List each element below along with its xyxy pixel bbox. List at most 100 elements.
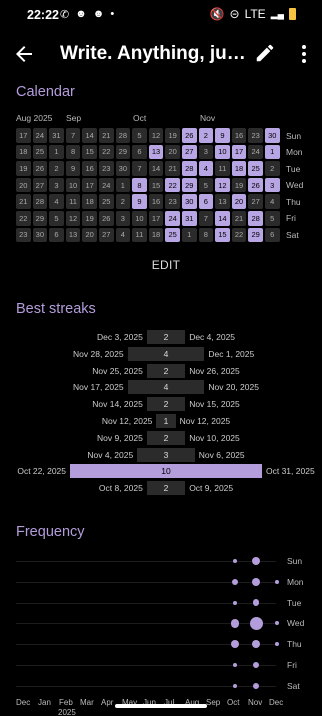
calendar-day-checked[interactable]: 29 [248,227,263,243]
calendar-day[interactable]: 3 [115,211,131,226]
calendar-day-checked[interactable]: 28 [182,161,197,176]
calendar-day[interactable]: 5 [49,211,64,226]
calendar-day-checked[interactable]: 15 [215,227,230,243]
calendar-day[interactable]: 15 [148,177,164,193]
calendar-day-checked[interactable]: 18 [231,161,247,176]
calendar-day[interactable]: 17 [16,128,31,143]
calendar-day[interactable]: 7 [198,211,214,226]
calendar-day-checked[interactable]: 22 [165,177,180,193]
calendar-day[interactable]: 17 [82,177,97,193]
calendar-day[interactable]: 2 [49,161,64,176]
calendar-day[interactable]: 13 [65,227,81,243]
calendar-day-checked[interactable]: 26 [182,128,197,143]
calendar-day[interactable]: 21 [231,211,247,226]
calendar-day[interactable]: 28 [115,128,131,143]
calendar-day[interactable]: 3 [49,177,64,193]
calendar-day[interactable]: 9 [65,161,81,176]
calendar-day-checked[interactable]: 25 [248,161,263,176]
calendar-day[interactable]: 20 [16,177,31,193]
calendar-day[interactable]: 27 [99,227,114,243]
calendar-day[interactable]: 21 [165,161,180,176]
calendar-day[interactable]: 28 [32,194,48,209]
calendar-day[interactable]: 10 [132,211,147,226]
calendar-day-checked[interactable]: 3 [265,177,280,193]
calendar-day-checked[interactable]: 8 [132,177,147,193]
more-vert-icon[interactable] [296,42,312,66]
calendar-day-checked[interactable]: 6 [198,194,214,209]
calendar-day[interactable]: 19 [16,161,31,176]
calendar-day[interactable]: 23 [16,227,31,243]
calendar-day[interactable]: 11 [65,194,81,209]
calendar-day[interactable]: 7 [132,161,147,176]
calendar-day[interactable]: 23 [248,128,263,143]
calendar-day[interactable]: 12 [65,211,81,226]
calendar-day[interactable]: 31 [49,128,64,143]
calendar-day[interactable]: 5 [265,211,280,226]
calendar-day[interactable]: 24 [248,144,263,160]
calendar-day[interactable]: 2 [265,161,280,176]
calendar-day[interactable]: 10 [65,177,81,193]
calendar-day-checked[interactable]: 31 [182,211,197,226]
calendar-day[interactable]: 7 [65,128,81,143]
calendar-day-checked[interactable]: 27 [182,144,197,160]
calendar-day-checked[interactable]: 14 [215,211,230,226]
calendar-day[interactable]: 6 [265,227,280,243]
calendar-day[interactable]: 25 [99,194,114,209]
calendar-day[interactable]: 13 [215,194,230,209]
calendar-day[interactable]: 19 [82,211,97,226]
calendar-day[interactable]: 24 [99,177,114,193]
calendar-day-checked[interactable]: 2 [198,128,214,143]
calendar-day[interactable]: 6 [49,227,64,243]
calendar-day-checked[interactable]: 17 [231,144,247,160]
calendar-day[interactable]: 24 [32,128,48,143]
calendar-day-checked[interactable]: 20 [231,194,247,209]
calendar-day[interactable]: 12 [148,128,164,143]
calendar-day[interactable]: 5 [132,128,147,143]
calendar-day[interactable]: 1 [49,144,64,160]
calendar-day[interactable]: 26 [99,211,114,226]
calendar-day-checked[interactable]: 25 [165,227,180,243]
calendar-day-checked[interactable]: 29 [182,177,197,193]
calendar-day-checked[interactable]: 9 [132,194,147,209]
calendar-day[interactable]: 21 [16,194,31,209]
calendar-day[interactable]: 11 [132,227,147,243]
calendar-day[interactable]: 26 [32,161,48,176]
calendar-day[interactable]: 20 [82,227,97,243]
calendar-day[interactable]: 22 [231,227,247,243]
calendar-day[interactable]: 18 [148,227,164,243]
calendar-day-checked[interactable]: 26 [248,177,263,193]
calendar-day[interactable]: 3 [198,144,214,160]
calendar-day-checked[interactable]: 30 [182,194,197,209]
calendar-day[interactable]: 20 [165,144,180,160]
calendar-day[interactable]: 23 [99,161,114,176]
calendar-edit-button[interactable]: EDIT [141,258,191,272]
calendar-day[interactable]: 6 [132,144,147,160]
calendar-day[interactable]: 15 [82,144,97,160]
calendar-day[interactable]: 18 [16,144,31,160]
calendar-day[interactable]: 30 [115,161,131,176]
calendar-day-checked[interactable]: 12 [215,177,230,193]
calendar-day-checked[interactable]: 1 [265,144,280,160]
calendar-day-checked[interactable]: 13 [148,144,164,160]
calendar-day[interactable]: 5 [198,177,214,193]
calendar-day[interactable]: 21 [99,128,114,143]
calendar-day-checked[interactable]: 9 [215,128,230,143]
calendar-day-checked[interactable]: 4 [198,161,214,176]
calendar-day[interactable]: 4 [115,227,131,243]
calendar-day[interactable]: 8 [65,144,81,160]
calendar-day-checked[interactable]: 28 [248,211,263,226]
calendar-day[interactable]: 4 [265,194,280,209]
calendar-day[interactable]: 16 [231,128,247,143]
pencil-icon[interactable] [254,42,276,64]
calendar-day[interactable]: 16 [148,194,164,209]
calendar-day[interactable]: 14 [148,161,164,176]
calendar-day[interactable]: 29 [32,211,48,226]
back-arrow-icon[interactable] [12,42,36,66]
calendar-day[interactable]: 19 [231,177,247,193]
calendar-day[interactable]: 4 [49,194,64,209]
calendar-day[interactable]: 8 [198,227,214,243]
calendar-day[interactable]: 30 [32,227,48,243]
calendar-day[interactable]: 11 [215,161,230,176]
calendar-day-checked[interactable]: 10 [215,144,230,160]
calendar-day[interactable]: 22 [99,144,114,160]
